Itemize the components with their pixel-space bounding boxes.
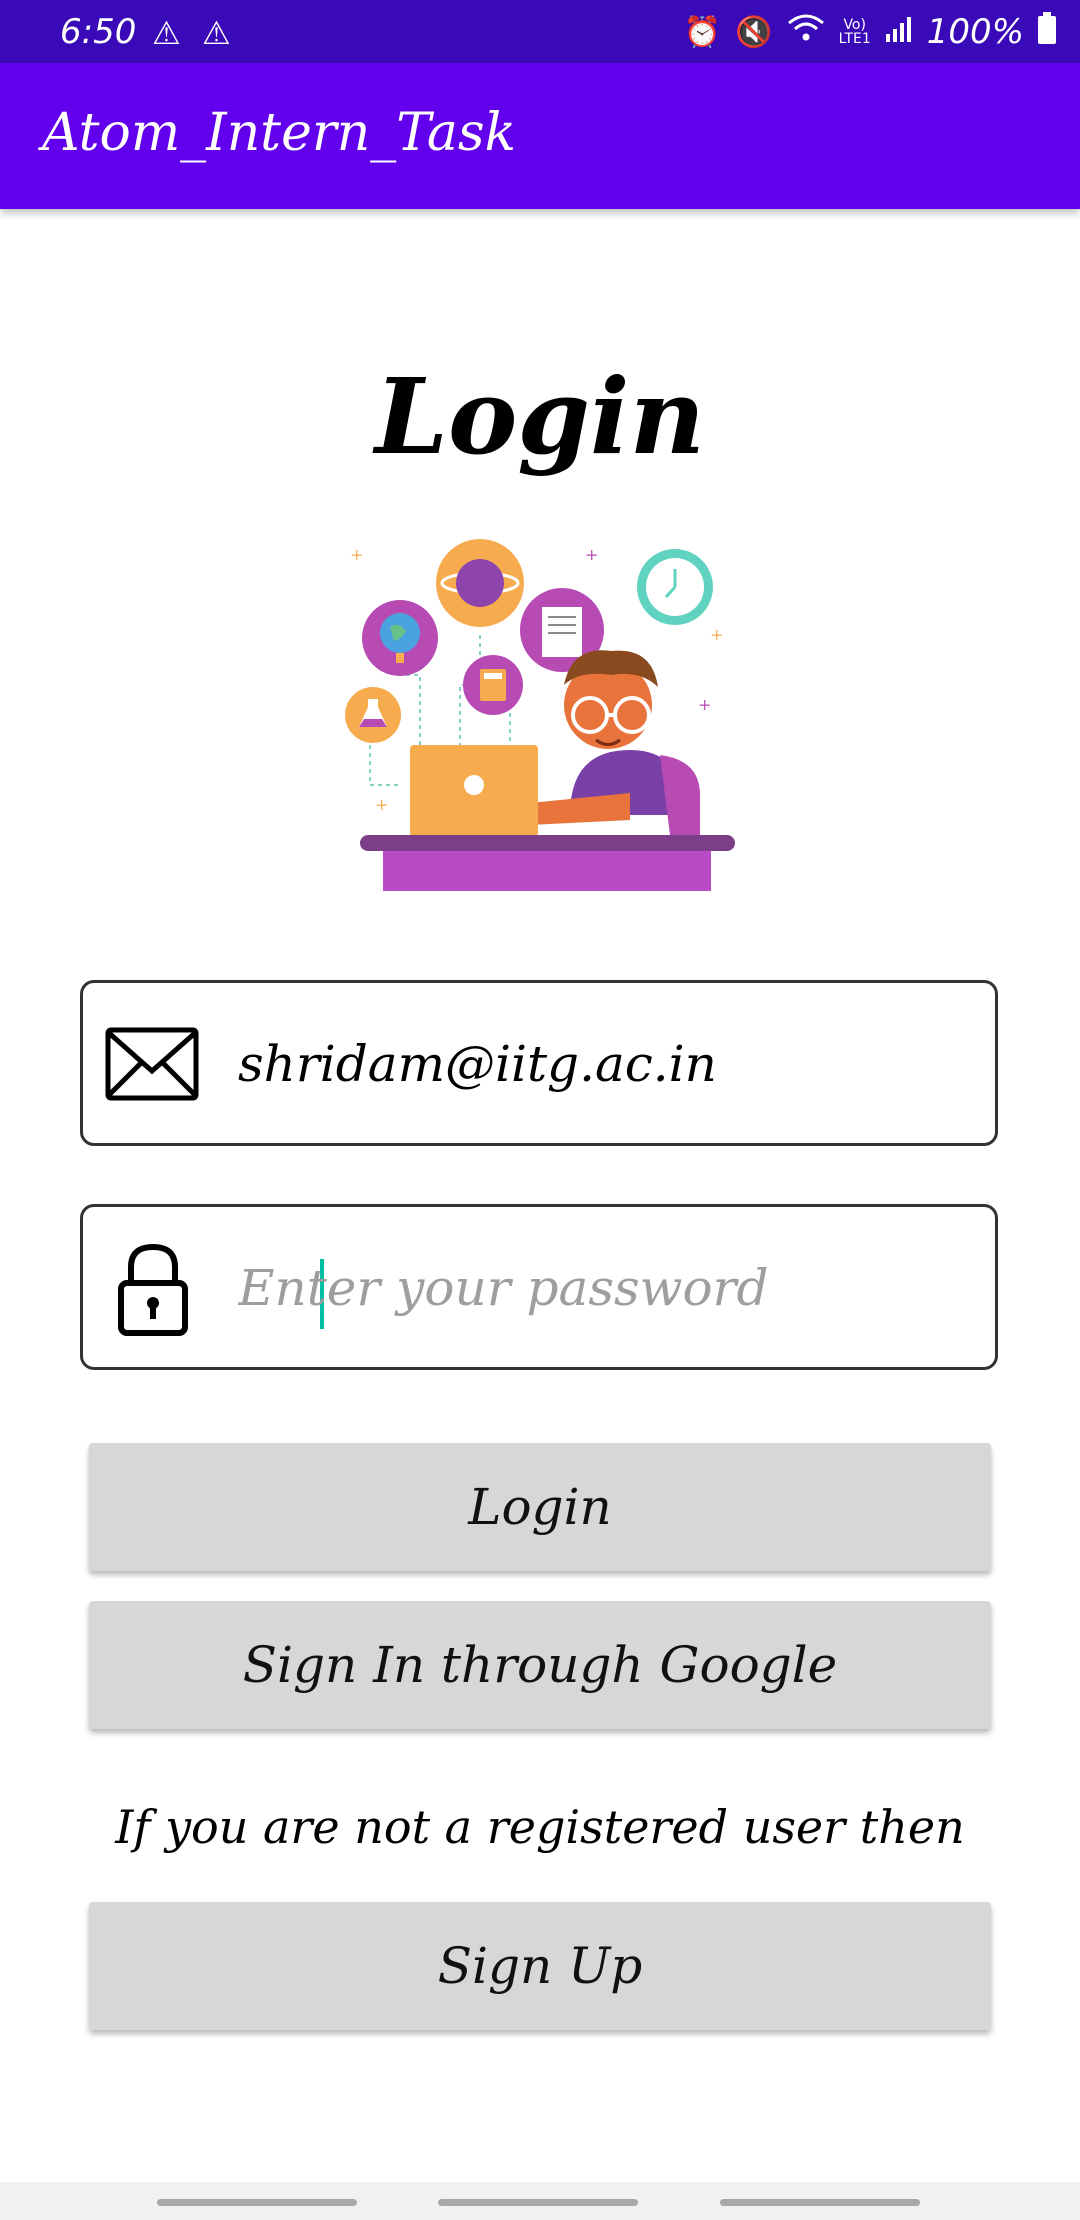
- svg-text:+: +: [350, 545, 363, 564]
- svg-text:+: +: [698, 695, 711, 714]
- wifi-icon: [787, 13, 825, 51]
- svg-text:+: +: [375, 795, 388, 814]
- password-input[interactable]: [238, 1245, 958, 1331]
- warning-icon: ⚠: [202, 14, 231, 52]
- password-field[interactable]: [80, 1204, 998, 1370]
- registration-hint: If you are not a registered user then: [115, 1800, 965, 1854]
- nav-home-pill[interactable]: [438, 2199, 638, 2206]
- mute-icon: 🔇: [735, 14, 773, 50]
- nav-back-pill[interactable]: [157, 2199, 357, 2206]
- login-button[interactable]: Login: [89, 1443, 991, 1571]
- google-sign-in-button[interactable]: Sign In through Google: [89, 1601, 991, 1729]
- svg-text:+: +: [710, 625, 723, 644]
- lock-icon: [117, 1243, 189, 1341]
- battery-icon: [1038, 12, 1056, 52]
- signal-icon: [885, 15, 913, 50]
- email-input[interactable]: [238, 1021, 958, 1107]
- warning-icon: ⚠: [152, 14, 181, 52]
- battery-percent: 100%: [926, 12, 1024, 52]
- svg-text:+: +: [585, 545, 598, 564]
- status-icons: ⏰ 🔇 Vo) LTE1 100%: [684, 12, 1056, 52]
- nav-recents-pill[interactable]: [720, 2199, 920, 2206]
- alarm-icon: ⏰: [683, 14, 722, 50]
- status-time: 6:50: [60, 12, 137, 52]
- sign-up-button[interactable]: Sign Up: [89, 1902, 991, 2030]
- volte-icon: Vo) LTE1: [838, 17, 871, 47]
- app-title: Atom_Intern_Task: [42, 103, 517, 163]
- student-laptop-illustration: + + + + +: [340, 535, 740, 905]
- mail-icon: [105, 1027, 199, 1105]
- gesture-nav-bar: [0, 2182, 1080, 2220]
- status-bar: 6:50 ⚠ ⚠ ⏰ 🔇 Vo) LTE1 100%: [0, 0, 1080, 63]
- email-field[interactable]: [80, 980, 998, 1146]
- app-bar: Atom_Intern_Task: [0, 63, 1080, 209]
- page-title: Login: [374, 355, 706, 478]
